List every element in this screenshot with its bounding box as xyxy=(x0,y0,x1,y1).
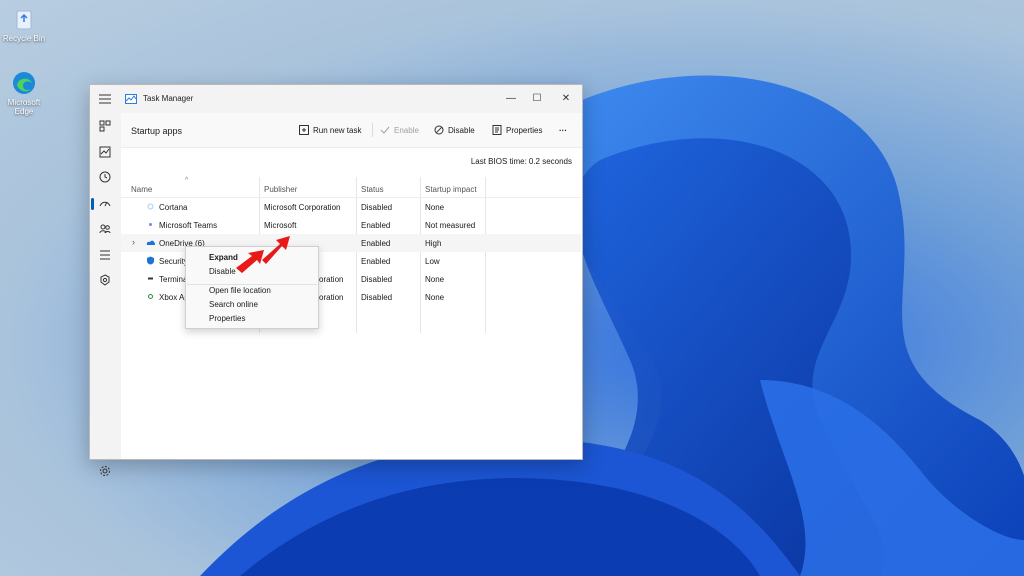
red-arrow-icon xyxy=(236,236,290,273)
close-icon: ✕ xyxy=(561,92,571,104)
maximize-button[interactable]: ☐ xyxy=(524,89,550,107)
sidebar-item-services[interactable] xyxy=(97,272,113,288)
details-icon xyxy=(100,250,110,260)
properties-button[interactable]: Properties xyxy=(492,124,542,136)
maximize-icon: ☐ xyxy=(532,92,542,104)
sidebar xyxy=(90,113,121,476)
gear-icon xyxy=(100,466,110,476)
table-row[interactable]: Cortana Microsoft Corporation Disabled N… xyxy=(121,198,581,216)
page-title: Startup apps xyxy=(131,126,183,136)
properties-label: Properties xyxy=(506,125,543,135)
row-impact: None xyxy=(425,275,445,284)
sidebar-item-app-history[interactable] xyxy=(97,169,113,185)
minimize-icon: — xyxy=(506,92,516,104)
onedrive-icon xyxy=(146,240,155,245)
terminal-icon xyxy=(148,277,153,280)
disable-label: Disable xyxy=(448,125,475,135)
row-publisher: Microsoft Corporation xyxy=(264,203,341,212)
users-icon xyxy=(99,224,111,234)
row-impact: High xyxy=(425,239,442,248)
teams-icon xyxy=(149,223,152,226)
column-header-status[interactable]: Status xyxy=(361,185,384,194)
bios-time: Last BIOS time: 0.2 seconds xyxy=(469,157,572,166)
row-publisher: oration xyxy=(319,275,344,284)
desktop-icon-label: Recycle Bin xyxy=(2,34,46,43)
context-menu-search-online[interactable]: Search online xyxy=(209,300,258,309)
row-status: Disabled xyxy=(361,203,393,212)
expand-chevron-icon[interactable]: › xyxy=(132,237,135,247)
row-name: Security xyxy=(159,257,188,266)
row-status: Disabled xyxy=(361,293,393,302)
task-manager-window: Task Manager — ☐ ✕ Startup apps Run new … xyxy=(89,84,583,476)
context-menu-properties[interactable]: Properties xyxy=(209,314,245,323)
xbox-icon xyxy=(148,294,153,299)
task-manager-app-icon xyxy=(125,94,137,104)
more-icon: ··· xyxy=(559,125,567,135)
sidebar-item-startup-apps[interactable] xyxy=(97,196,113,212)
sidebar-item-settings[interactable] xyxy=(97,463,113,479)
row-publisher: oration xyxy=(319,293,344,302)
row-impact: None xyxy=(425,293,445,302)
context-menu-divider xyxy=(187,284,317,285)
close-button[interactable]: ✕ xyxy=(553,89,579,107)
properties-icon xyxy=(492,125,502,135)
enable-label: Enable xyxy=(394,125,419,135)
desktop-icon-recycle-bin[interactable]: Recycle Bin xyxy=(0,6,48,43)
row-name: Cortana xyxy=(159,203,188,212)
context-menu-open-file-location[interactable]: Open file location xyxy=(209,286,271,295)
bios-label: Last BIOS time: xyxy=(470,157,527,166)
row-status: Enabled xyxy=(361,221,391,230)
shield-icon xyxy=(147,256,154,265)
title-bar: Task Manager — ☐ ✕ xyxy=(90,85,582,113)
performance-icon xyxy=(99,146,111,158)
startup-icon xyxy=(99,201,111,207)
run-new-task-button[interactable]: Run new task xyxy=(299,124,361,136)
toolbar-divider xyxy=(372,123,373,137)
recycle-bin-icon xyxy=(11,6,37,32)
sidebar-item-processes[interactable] xyxy=(97,118,113,134)
run-task-icon xyxy=(299,125,309,135)
run-new-task-label: Run new task xyxy=(313,125,362,135)
disable-icon xyxy=(434,125,444,135)
hamburger-menu-icon[interactable] xyxy=(99,94,111,104)
bios-value: 0.2 seconds xyxy=(528,157,572,166)
column-header-impact[interactable]: Startup impact xyxy=(425,185,477,194)
column-header-publisher[interactable]: Publisher xyxy=(264,185,297,194)
cortana-icon xyxy=(147,203,154,210)
context-menu-expand[interactable]: Expand xyxy=(209,253,238,262)
row-status: Disabled xyxy=(361,275,393,284)
context-menu-disable[interactable]: Disable xyxy=(209,267,236,276)
row-status: Enabled xyxy=(361,239,391,248)
enable-button[interactable]: Enable xyxy=(380,124,419,136)
row-publisher: Microsoft xyxy=(264,221,297,230)
processes-icon xyxy=(99,120,111,132)
column-header-name[interactable]: Name xyxy=(131,185,152,194)
history-icon xyxy=(99,171,111,183)
desktop-icon-label: Microsoft Edge xyxy=(7,98,41,116)
row-impact: Not measured xyxy=(425,221,476,230)
page-header: Startup apps Run new task Enable Disable… xyxy=(121,113,582,148)
sidebar-item-users[interactable] xyxy=(97,221,113,237)
disable-button[interactable]: Disable xyxy=(434,124,475,136)
row-name: Microsoft Teams xyxy=(159,221,218,230)
row-status: Enabled xyxy=(361,257,391,266)
services-icon xyxy=(100,274,110,286)
window-title: Task Manager xyxy=(143,94,194,103)
checkmark-icon xyxy=(380,126,390,134)
table-row[interactable]: Microsoft Teams Microsoft Enabled Not me… xyxy=(121,216,581,234)
edge-icon xyxy=(11,70,37,96)
more-options-button[interactable]: ··· xyxy=(559,124,567,136)
sidebar-item-details[interactable] xyxy=(97,247,113,263)
minimize-button[interactable]: — xyxy=(498,89,524,107)
desktop-icon-edge[interactable]: Microsoft Edge xyxy=(0,70,48,116)
selected-indicator xyxy=(91,198,94,210)
row-impact: None xyxy=(425,203,445,212)
sort-ascending-icon: ^ xyxy=(185,177,189,184)
row-impact: Low xyxy=(425,257,440,266)
sidebar-item-performance[interactable] xyxy=(97,144,113,160)
